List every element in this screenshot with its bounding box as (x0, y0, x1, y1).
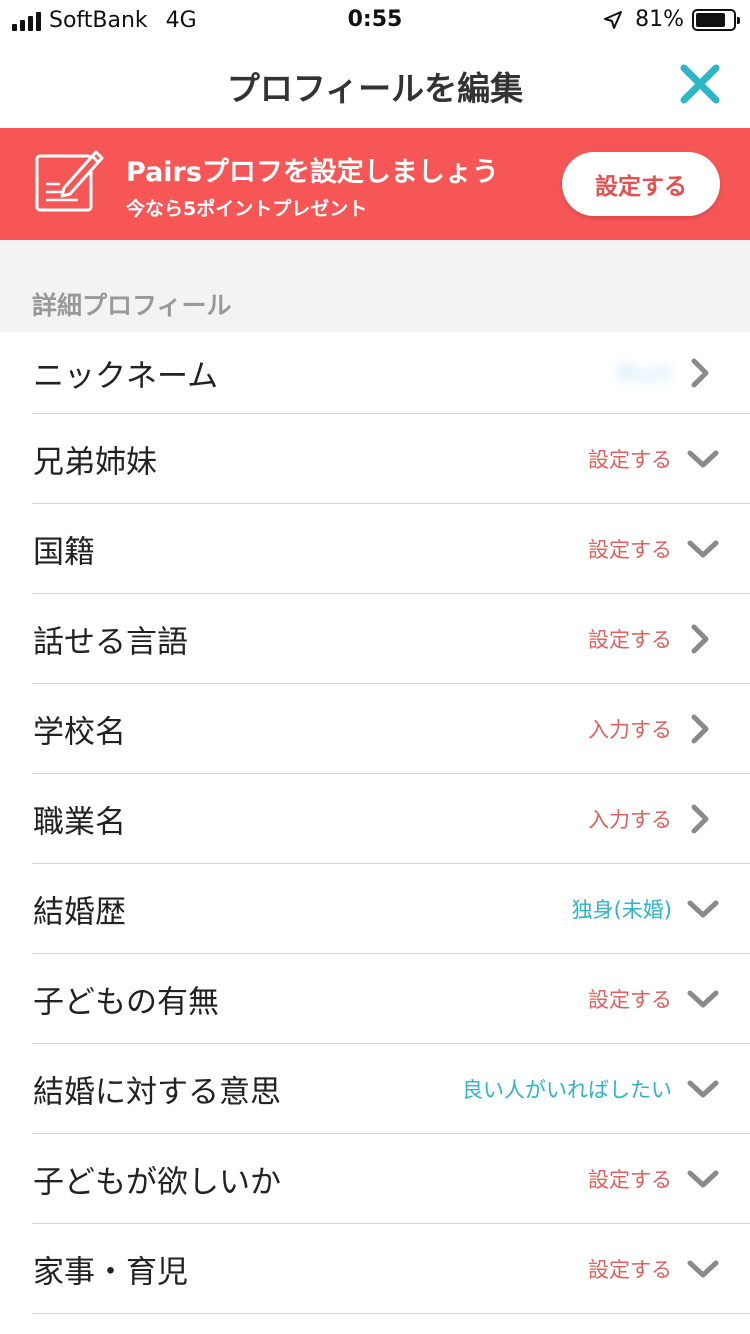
profile-row[interactable]: 兄弟姉妹 設定する (0, 414, 750, 504)
edit-note-icon (35, 150, 104, 212)
profile-row-value: 設定する (588, 988, 672, 1012)
battery-percent: 81% (635, 7, 684, 32)
close-icon[interactable] (678, 62, 722, 106)
profile-row-label: 結婚歴 (33, 894, 126, 931)
profile-row-value: 入力する (588, 808, 672, 832)
profile-row-value: 独身(未婚) (571, 898, 672, 922)
profile-row[interactable]: ニックネーム Blurk (0, 332, 750, 414)
section-title: 詳細プロフィール (32, 291, 232, 320)
profile-row-value: 入力する (588, 718, 672, 742)
profile-row-label: 子どもが欲しいか (33, 1164, 281, 1201)
chevron-right-icon (691, 358, 709, 388)
profile-row[interactable]: 子どもの有無 設定する (0, 954, 750, 1044)
chevron-down-icon (687, 1260, 719, 1278)
chevron-down-icon (687, 450, 719, 468)
profile-row-label: 兄弟姉妹 (33, 444, 157, 481)
chevron-right-icon (691, 624, 709, 654)
profile-row-value: 良い人がいればしたい (462, 1078, 672, 1102)
chevron-down-icon (687, 990, 719, 1008)
profile-row[interactable]: 結婚に対する意思 良い人がいればしたい (0, 1044, 750, 1134)
promo-banner[interactable]: Pairsプロフを設定しましょう 今なら5ポイントプレゼント 設定する (0, 128, 750, 240)
location-arrow-icon (604, 10, 623, 29)
profile-row[interactable]: 学校名 入力する (0, 684, 750, 774)
nav-bar: プロフィールを編集 (0, 40, 750, 128)
section-header: 詳細プロフィール (0, 240, 750, 332)
chevron-down-icon (687, 540, 719, 558)
chevron-down-icon (687, 900, 719, 918)
chevron-right-icon (691, 804, 709, 834)
profile-row[interactable]: 子どもが欲しいか 設定する (0, 1134, 750, 1224)
profile-row-label: 子どもの有無 (33, 984, 219, 1021)
profile-row-value: Blurk (617, 361, 672, 385)
profile-row-label: ニックネーム (33, 358, 219, 395)
promo-subtitle: 今なら5ポイントプレゼント (126, 198, 368, 220)
promo-title: Pairsプロフを設定しましょう (126, 157, 499, 188)
profile-row-value: 設定する (588, 448, 672, 472)
status-right: 81% (603, 7, 740, 32)
profile-detail-list: ニックネーム Blurk 兄弟姉妹 設定する 国籍 設定する 話せる言語 設定する 学校名 入力す… (0, 332, 750, 1314)
chevron-down-icon (687, 1080, 719, 1098)
profile-row-value: 設定する (588, 1258, 672, 1282)
profile-row-label: 話せる言語 (33, 624, 188, 661)
profile-row-label: 学校名 (33, 714, 126, 751)
profile-row[interactable]: 職業名 入力する (0, 774, 750, 864)
status-bar: SoftBank 4G 0:55 81% (0, 0, 750, 40)
profile-row[interactable]: 国籍 設定する (0, 504, 750, 594)
profile-row-label: 職業名 (33, 804, 126, 841)
chevron-right-icon (691, 714, 709, 744)
chevron-down-icon (687, 1170, 719, 1188)
page-title: プロフィールを編集 (226, 69, 524, 108)
profile-row[interactable]: 家事・育児 設定する (0, 1224, 750, 1314)
profile-row-label: 結婚に対する意思 (33, 1074, 281, 1111)
profile-row[interactable]: 話せる言語 設定する (0, 594, 750, 684)
battery-fill (696, 12, 726, 27)
profile-row-label: 国籍 (33, 534, 95, 571)
profile-row-label: 家事・育児 (33, 1254, 188, 1291)
profile-row-value: 設定する (588, 1168, 672, 1192)
battery-icon (692, 8, 740, 31)
profile-row-value: 設定する (588, 538, 672, 562)
profile-row[interactable]: 結婚歴 独身(未婚) (0, 864, 750, 954)
promo-setup-button[interactable]: 設定する (562, 152, 720, 216)
profile-row-value: 設定する (588, 628, 672, 652)
